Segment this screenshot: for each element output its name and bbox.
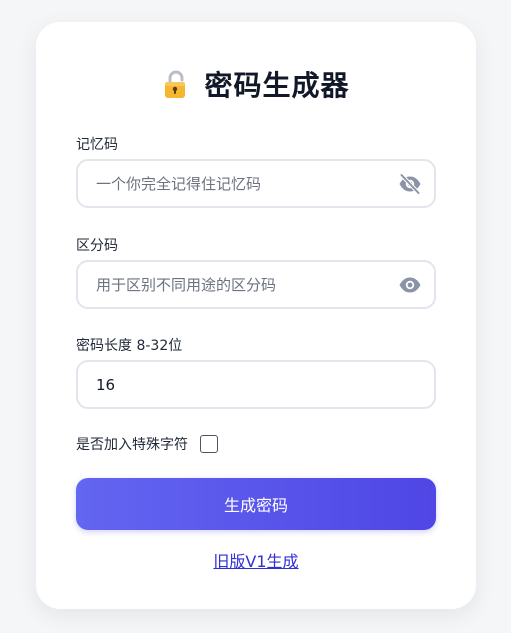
special-chars-checkbox[interactable] [200, 435, 218, 453]
lock-icon [165, 70, 186, 98]
memory-code-input[interactable] [96, 161, 386, 206]
memory-code-field [76, 159, 436, 208]
generate-password-button[interactable]: 生成密码 [76, 478, 436, 530]
header: 密码生成器 [36, 62, 476, 106]
special-chars-row: 是否加入特殊字符 [76, 432, 218, 456]
password-generator-card: 密码生成器 记忆码 区分码 密码长度 8-32位 是否加入特殊字符 生成密码 旧… [36, 22, 476, 609]
distinguish-code-field [76, 260, 436, 309]
distinguish-code-label: 区分码 [76, 238, 118, 254]
eye-icon[interactable] [398, 274, 422, 296]
password-length-label: 密码长度 8-32位 [76, 338, 183, 354]
password-length-field [76, 360, 436, 409]
distinguish-code-input[interactable] [96, 262, 386, 307]
eye-off-icon[interactable] [398, 173, 422, 195]
old-version-link[interactable]: 旧版V1生成 [36, 548, 476, 572]
password-length-input[interactable] [96, 362, 386, 407]
special-chars-label: 是否加入特殊字符 [76, 437, 188, 453]
page-title: 密码生成器 [204, 69, 350, 102]
memory-code-label: 记忆码 [76, 137, 118, 153]
